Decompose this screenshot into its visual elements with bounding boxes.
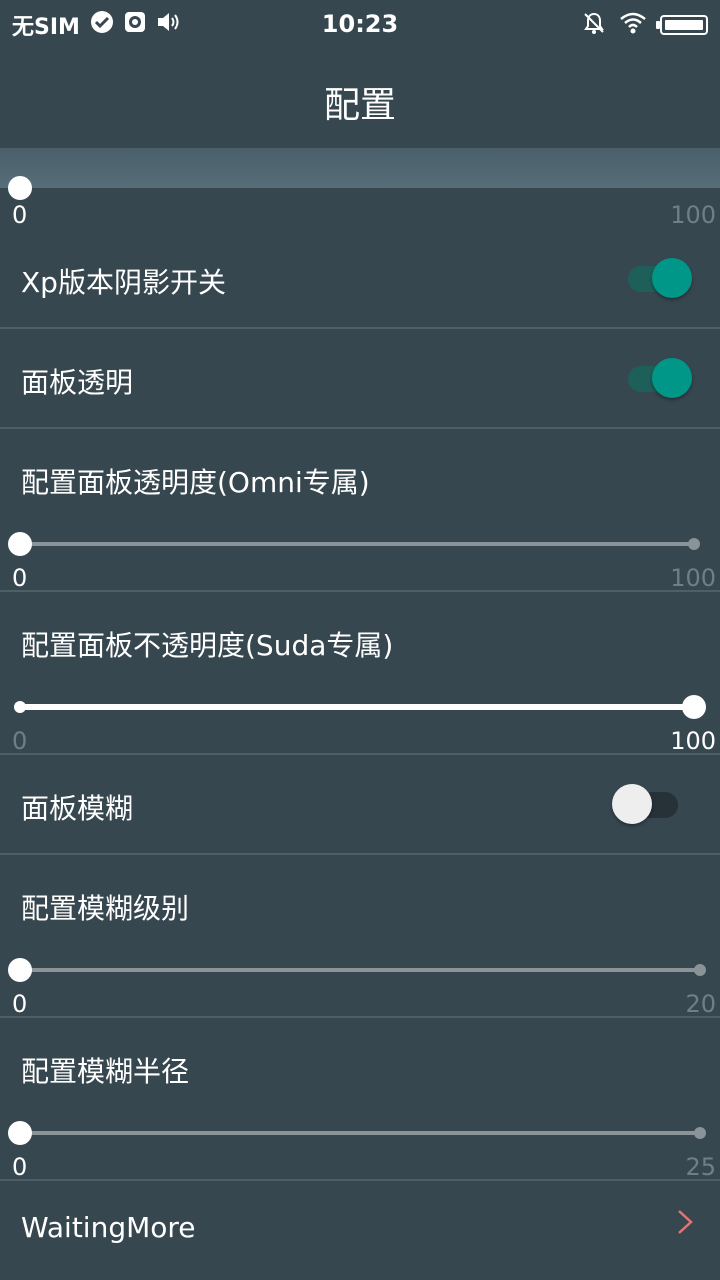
status-right <box>582 10 708 40</box>
blur-level-max: 20 <box>685 990 716 1018</box>
divider <box>0 327 720 329</box>
app-bar-shadow <box>0 148 720 188</box>
divider <box>0 1016 720 1018</box>
partial-slider-min: 0 <box>12 201 28 229</box>
switch-thumb <box>652 358 692 398</box>
panel-blur-switch[interactable] <box>612 784 678 826</box>
suda-opacity-track[interactable] <box>20 704 694 710</box>
suda-opacity-knob[interactable] <box>682 695 706 719</box>
blur-radius-track[interactable] <box>20 1131 700 1135</box>
blur-radius-max: 25 <box>685 1153 716 1181</box>
omni-transparency-label: 配置面板透明度(Omni专属) <box>21 466 370 499</box>
blur-level-end-dot <box>694 964 706 976</box>
settings-list: 0 100 Xp版本阴影开关 面板透明 配置面板透明度(Omni专属) 0 10… <box>0 176 720 1280</box>
panel-transparent-switch[interactable] <box>628 358 694 400</box>
blur-radius-knob[interactable] <box>8 1121 32 1145</box>
wifi-icon <box>620 12 646 38</box>
notifications-off-icon <box>582 11 606 39</box>
waiting-more-row[interactable]: WaitingMore <box>0 1181 720 1280</box>
divider <box>0 853 720 855</box>
omni-transparency-end-dot <box>688 538 700 550</box>
omni-transparency-max: 100 <box>670 564 716 592</box>
omni-transparency-knob[interactable] <box>8 532 32 556</box>
switch-thumb <box>652 258 692 298</box>
divider <box>0 753 720 755</box>
switch-thumb <box>612 784 652 824</box>
xp-shadow-label: Xp版本阴影开关 <box>21 266 226 299</box>
blur-level-knob[interactable] <box>8 958 32 982</box>
omni-transparency-track[interactable] <box>20 542 694 546</box>
divider <box>0 427 720 429</box>
xp-shadow-switch[interactable] <box>628 258 694 300</box>
panel-transparent-label: 面板透明 <box>21 366 134 399</box>
suda-opacity-start-dot <box>14 701 26 713</box>
omni-transparency-min: 0 <box>12 564 28 592</box>
status-bar: 无SIM 10:23 <box>0 0 720 50</box>
divider <box>0 590 720 592</box>
suda-opacity-label: 配置面板不透明度(Suda专属) <box>21 629 394 662</box>
waiting-more-label: WaitingMore <box>21 1211 196 1244</box>
partial-slider-knob[interactable] <box>8 176 32 200</box>
suda-opacity-max: 100 <box>670 727 716 755</box>
blur-level-label: 配置模糊级别 <box>21 892 190 925</box>
blur-level-track[interactable] <box>20 968 700 972</box>
app-bar: 配置 <box>0 50 720 148</box>
partial-slider-max: 100 <box>670 201 716 229</box>
panel-blur-label: 面板模糊 <box>21 792 134 825</box>
chevron-right-icon <box>676 1208 694 1244</box>
blur-level-min: 0 <box>12 990 28 1018</box>
suda-opacity-min: 0 <box>12 727 28 755</box>
blur-radius-label: 配置模糊半径 <box>21 1055 190 1088</box>
blur-radius-min: 0 <box>12 1153 28 1181</box>
blur-radius-end-dot <box>694 1127 706 1139</box>
battery-icon <box>656 15 708 35</box>
page-title: 配置 <box>323 85 396 126</box>
